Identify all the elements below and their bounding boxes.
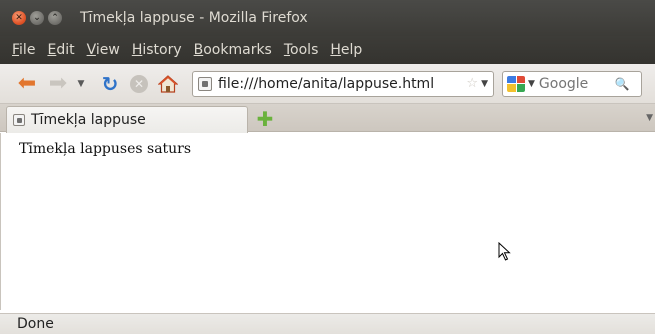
forward-button[interactable]: ➡ (46, 70, 70, 96)
search-engine-dropdown-icon[interactable]: ▼ (528, 79, 535, 89)
navigation-toolbar: ⬅ ➡ ▼ ↻ ✕ file:///home/anita/lappuse.htm… (0, 64, 655, 104)
menu-help[interactable]: Help (330, 42, 362, 58)
page-body-text: Tīmekļa lappuses saturs (19, 141, 192, 157)
tab-timeklas-lappuse[interactable]: Tīmekļa lappuse (6, 106, 248, 133)
bookmark-star-icon[interactable]: ☆ (466, 76, 478, 91)
menu-view[interactable]: View (87, 42, 120, 58)
url-dropdown-icon[interactable]: ▼ (481, 79, 488, 89)
window-close-icon[interactable]: ✕ (12, 11, 26, 25)
menu-edit[interactable]: Edit (47, 42, 74, 58)
url-bar[interactable]: file:///home/anita/lappuse.html ☆ ▼ (192, 70, 494, 97)
window-minimize-icon[interactable]: ⌄ (30, 11, 44, 25)
status-text: Done (17, 316, 54, 332)
url-input[interactable]: file:///home/anita/lappuse.html (218, 76, 466, 92)
menu-file[interactable]: File (12, 42, 35, 58)
stop-button[interactable]: ✕ (128, 72, 150, 96)
site-identity-icon[interactable] (198, 76, 212, 91)
tab-page-icon (13, 114, 25, 126)
new-tab-button[interactable]: ✚ (254, 107, 276, 131)
window-title: Tīmekļa lappuse - Mozilla Firefox (80, 10, 308, 26)
back-button[interactable]: ⬅ (14, 70, 40, 96)
window-controls: ✕ ⌄ ⌃ (12, 11, 66, 25)
window-maximize-icon[interactable]: ⌃ (48, 11, 62, 25)
menu-bookmarks[interactable]: Bookmarks (194, 42, 272, 58)
search-magnifier-icon[interactable]: 🔍 (615, 77, 630, 91)
tab-strip: Tīmekļa lappuse ✚ ▼ (0, 104, 655, 133)
stop-icon: ✕ (130, 74, 148, 93)
page-content: Tīmekļa lappuses saturs (0, 133, 655, 310)
plus-icon: ✚ (256, 107, 274, 131)
history-dropdown-button[interactable]: ▼ (74, 72, 88, 96)
tab-label: Tīmekļa lappuse (31, 112, 146, 128)
status-bar: Done (0, 313, 655, 334)
home-icon (158, 74, 178, 93)
menu-history[interactable]: History (132, 42, 182, 58)
menu-tools[interactable]: Tools (284, 42, 319, 58)
history-dropdown-icon: ▼ (77, 78, 85, 89)
menubar: File Edit View History Bookmarks Tools H… (0, 36, 655, 64)
forward-arrow-icon: ➡ (48, 70, 68, 96)
search-engine-icon[interactable] (507, 75, 525, 92)
reload-icon: ↻ (101, 71, 119, 96)
back-arrow-icon: ⬅ (17, 70, 37, 96)
search-bar[interactable]: ▼ 🔍 (502, 70, 642, 97)
mouse-pointer-icon (498, 242, 511, 261)
tab-list-dropdown-icon[interactable]: ▼ (646, 113, 653, 123)
reload-button[interactable]: ↻ (98, 72, 122, 96)
window-titlebar: ✕ ⌄ ⌃ Tīmekļa lappuse - Mozilla Firefox (0, 0, 655, 36)
search-input[interactable] (538, 75, 613, 92)
home-button[interactable] (156, 72, 180, 96)
